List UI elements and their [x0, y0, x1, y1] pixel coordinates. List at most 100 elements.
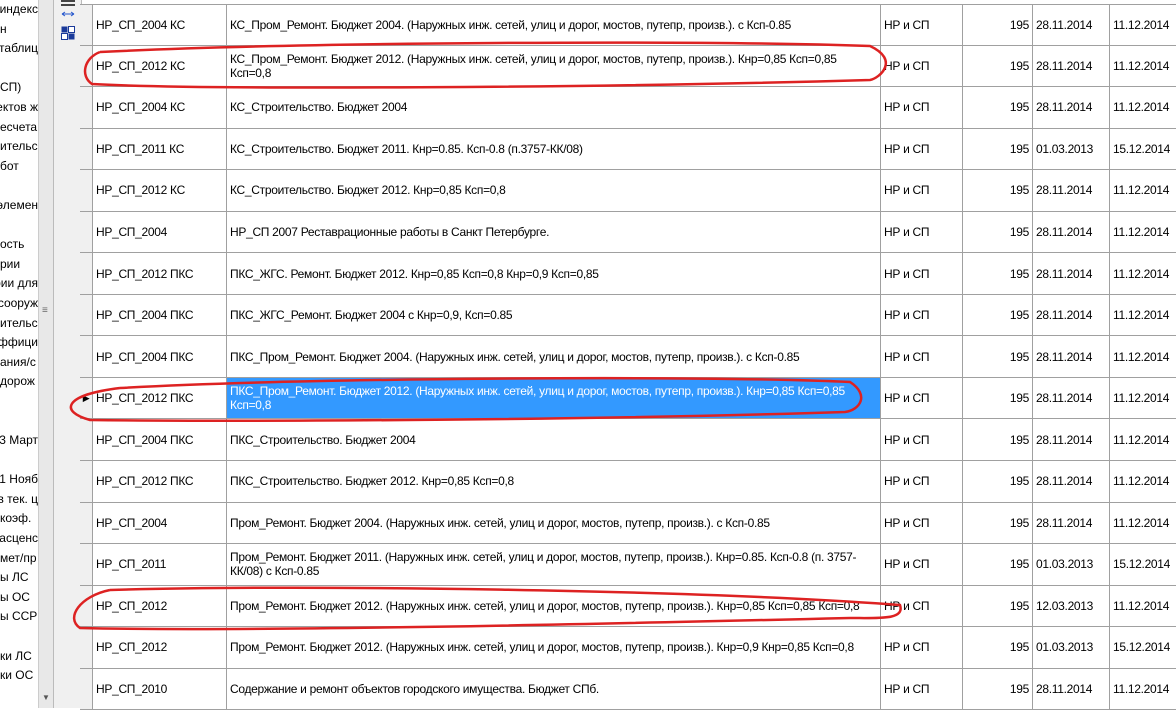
tree-item[interactable]: ки ЛС [0, 647, 38, 667]
cell-date2[interactable]: 11.12.2014 [1110, 295, 1176, 336]
cell-date2[interactable]: 11.12.2014 [1110, 669, 1176, 710]
cell-type[interactable]: НР и СП [881, 336, 963, 377]
cell-date1[interactable]: 28.11.2014 [1033, 377, 1110, 419]
cell-type[interactable]: НР и СП [881, 585, 963, 627]
tree-item[interactable]: ффици [0, 333, 38, 353]
tree-item[interactable]: СП) [0, 78, 38, 98]
cell-date2[interactable]: 11.12.2014 [1110, 253, 1176, 294]
cell-date1[interactable]: 01.03.2013 [1033, 627, 1110, 668]
tree-item[interactable]: ы ССР [0, 607, 38, 627]
cell-code[interactable]: НР_СП_2004 ПКС [93, 336, 227, 377]
cell-num[interactable]: 195 [963, 87, 1033, 128]
table-row[interactable]: НР_СП_2004 Пром_Ремонт. Бюджет 2004. (Нар… [80, 502, 1176, 545]
cell-date2[interactable]: 11.12.2014 [1110, 170, 1176, 211]
cell-name[interactable]: НР_СП 2007 Реставрационные работы в Санк… [227, 211, 881, 253]
cell-name[interactable]: ПКС_Пром_Ремонт. Бюджет 2012. (Наружных … [227, 377, 881, 419]
cell-num[interactable]: 195 [963, 627, 1033, 668]
cell-num[interactable]: 195 [963, 585, 1033, 627]
cell-date2[interactable]: 15.12.2014 [1110, 544, 1176, 585]
tree-item[interactable]: сооруж [0, 294, 38, 314]
cell-name[interactable]: КС_Строительство. Бюджет 2004 [227, 87, 881, 128]
column-width-icon[interactable] [61, 0, 75, 20]
cell-date2[interactable]: 11.12.2014 [1110, 336, 1176, 377]
cell-date2[interactable]: 11.12.2014 [1110, 461, 1176, 502]
tree-item[interactable]: рии [0, 255, 38, 275]
cell-date2[interactable]: 15.12.2014 [1110, 627, 1176, 668]
tree-item[interactable]: 1 Нояб [0, 470, 38, 490]
table-row[interactable]: НР_СП_2004 КС КС_Строительство. Бюджет 20… [80, 87, 1176, 129]
cell-date1[interactable]: 12.03.2013 [1033, 585, 1110, 627]
row-indicator[interactable] [80, 419, 93, 461]
cell-code[interactable]: НР_СП_2012 ПКС [93, 377, 227, 419]
splitter-grip-icon[interactable]: ≡ [42, 305, 48, 316]
cell-date1[interactable]: 28.11.2014 [1033, 87, 1110, 128]
cell-code[interactable]: НР_СП_2004 КС [93, 5, 227, 45]
row-indicator[interactable] [80, 627, 93, 668]
tree-item[interactable]: н [0, 20, 38, 40]
tree-item[interactable]: ость [0, 235, 38, 255]
cell-type[interactable]: НР и СП [881, 211, 963, 253]
tree-item[interactable]: 3 Март [0, 431, 38, 451]
cell-type[interactable]: НР и СП [881, 461, 963, 502]
cell-code[interactable]: НР_СП_2012 ПКС [93, 253, 227, 294]
cell-type[interactable]: НР и СП [881, 87, 963, 128]
table-row[interactable]: НР_СП_2004 ПКС ПКС_ЖГС_Ремонт. Бюджет 200… [80, 294, 1176, 337]
cell-num[interactable]: 195 [963, 211, 1033, 253]
row-indicator[interactable] [80, 585, 93, 627]
row-indicator[interactable]: ▶ [80, 377, 93, 419]
cell-num[interactable]: 195 [963, 170, 1033, 211]
cell-date2[interactable]: 11.12.2014 [1110, 87, 1176, 128]
tree-item[interactable]: бот [0, 157, 38, 177]
cell-num[interactable]: 195 [963, 253, 1033, 294]
tree-item[interactable] [0, 216, 38, 236]
tree-item[interactable]: ектов ж [0, 98, 38, 118]
table-row[interactable]: НР_СП_2012 ПКС ПКС_ЖГС. Ремонт. Бюджет 20… [80, 253, 1176, 295]
cell-date2[interactable]: 11.12.2014 [1110, 586, 1176, 627]
cell-date1[interactable]: 28.11.2014 [1033, 211, 1110, 253]
table-row[interactable]: ▶ НР_СП_2012 ПКС ПКС_Пром_Ремонт. Бюджет 2… [80, 377, 1176, 420]
cell-type[interactable]: НР и СП [881, 627, 963, 668]
tree-item[interactable]: расценс [0, 529, 38, 549]
cell-code[interactable]: НР_СП_2012 [93, 585, 227, 627]
tree-item[interactable]: в тек. ц [0, 490, 38, 510]
tree-item[interactable] [0, 176, 38, 196]
tree-item[interactable] [0, 451, 38, 471]
cell-code[interactable]: НР_СП_2012 КС [93, 170, 227, 211]
tree-item[interactable]: дорож [0, 372, 38, 392]
cell-num[interactable]: 195 [963, 377, 1033, 419]
cell-code[interactable]: НР_СП_2004 ПКС [93, 294, 227, 336]
cell-name[interactable]: Пром_Ремонт. Бюджет 2012. (Наружных инж.… [227, 585, 881, 627]
table-row[interactable]: НР_СП_2012 КС КС_Строительство. Бюджет 20… [80, 170, 1176, 212]
cell-num[interactable]: 195 [963, 128, 1033, 170]
table-row[interactable]: НР_СП_2012 Пром_Ремонт. Бюджет 2012. (Нар… [80, 627, 1176, 669]
table-row[interactable]: НР_СП_2011 КС КС_Строительство. Бюджет 20… [80, 128, 1176, 171]
tree-item[interactable] [0, 627, 38, 647]
tree-item[interactable] [0, 411, 38, 431]
cell-date2[interactable]: 11.12.2014 [1110, 212, 1176, 253]
cell-name[interactable]: Пром_Ремонт. Бюджет 2011. (Наружных инж.… [227, 544, 881, 585]
cell-type[interactable]: НР и СП [881, 294, 963, 336]
table-row[interactable]: НР_СП_2012 Пром_Ремонт. Бюджет 2012. (Нар… [80, 585, 1176, 628]
cell-name[interactable]: Пром_Ремонт. Бюджет 2012. (Наружных инж.… [227, 627, 881, 668]
cell-name[interactable]: ПКС_Пром_Ремонт. Бюджет 2004. (Наружных … [227, 336, 881, 377]
cell-name[interactable]: ПКС_ЖГС_Ремонт. Бюджет 2004 с Кнр=0,9, К… [227, 294, 881, 336]
cell-num[interactable]: 195 [963, 45, 1033, 87]
tree-item[interactable]: элемен [0, 196, 38, 216]
cell-num[interactable]: 195 [963, 502, 1033, 544]
cell-type[interactable]: НР и СП [881, 419, 963, 461]
cell-date1[interactable]: 28.11.2014 [1033, 668, 1110, 710]
row-indicator[interactable] [80, 5, 93, 45]
row-indicator[interactable] [80, 45, 93, 87]
row-indicator[interactable] [80, 87, 93, 128]
select-columns-icon[interactable] [61, 26, 75, 40]
cell-code[interactable]: НР_СП_2012 ПКС [93, 461, 227, 502]
cell-type[interactable]: НР и СП [881, 170, 963, 211]
cell-type[interactable]: НР и СП [881, 45, 963, 87]
tree-item[interactable]: есчета [0, 118, 38, 138]
left-panel-scrollbar[interactable]: ≡ ▼ [38, 0, 53, 708]
cell-type[interactable]: НР и СП [881, 5, 963, 45]
cell-date2[interactable]: 15.12.2014 [1110, 129, 1176, 170]
tree-item[interactable] [0, 59, 38, 79]
cell-date1[interactable]: 01.03.2013 [1033, 544, 1110, 585]
cell-code[interactable]: НР_СП_2004 ПКС [93, 419, 227, 461]
